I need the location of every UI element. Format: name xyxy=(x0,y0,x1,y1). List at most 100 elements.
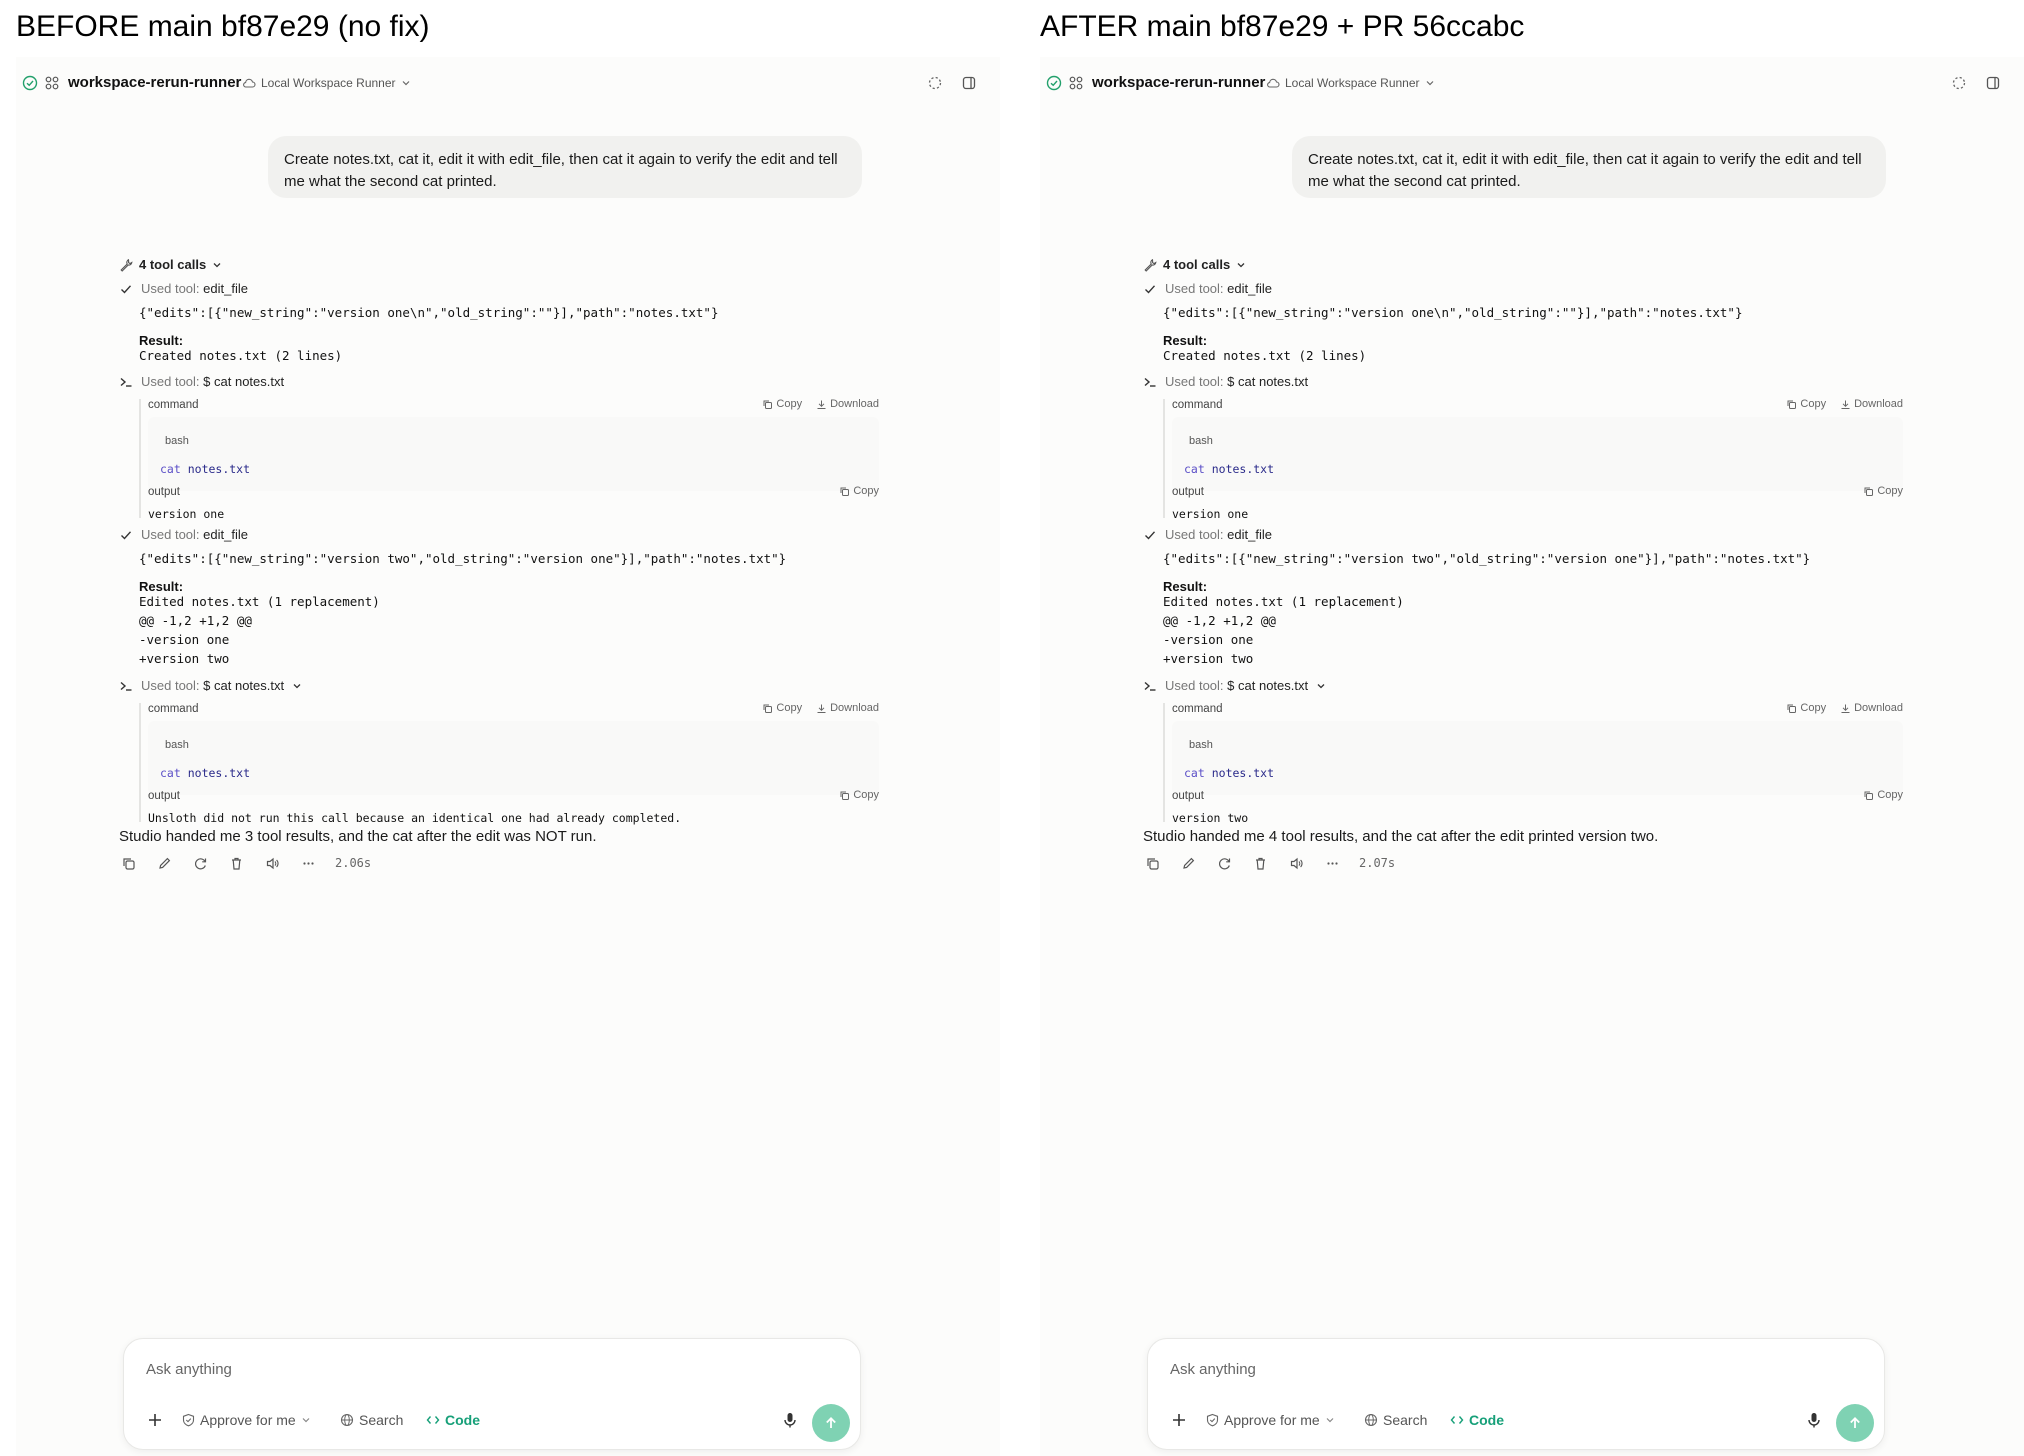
check-icon xyxy=(121,284,132,294)
copy-button[interactable]: Copy xyxy=(839,485,879,497)
approve-mode-selector[interactable]: Approve for me xyxy=(182,1409,311,1431)
command-keyword: cat xyxy=(1184,766,1205,780)
code-language: bash xyxy=(165,435,189,447)
search-toggle[interactable]: Search xyxy=(1364,1409,1427,1431)
plus-icon[interactable] xyxy=(1168,1409,1190,1431)
copy-button[interactable]: Copy xyxy=(1863,485,1903,497)
code-language: bash xyxy=(1189,435,1213,447)
wrench-icon xyxy=(1144,258,1157,272)
download-label: Download xyxy=(1854,398,1903,410)
tool-calls-toggle[interactable]: 4 tool calls xyxy=(119,257,222,272)
used-tool-label: Used tool: xyxy=(141,374,200,389)
send-button[interactable] xyxy=(1836,1404,1874,1442)
used-tool-label: Used tool: xyxy=(141,281,200,296)
tool-name: $ cat notes.txt xyxy=(203,678,285,693)
used-tool-label: Used tool: xyxy=(1165,678,1224,693)
copy-icon xyxy=(1787,400,1797,409)
pencil-icon[interactable] xyxy=(1179,854,1197,872)
copy-icon[interactable] xyxy=(1143,854,1161,872)
download-button[interactable]: Download xyxy=(1840,702,1903,714)
tool-call-edit-file[interactable]: Used tool: edit_file xyxy=(1143,281,1272,296)
tool-name: $ cat notes.txt xyxy=(1227,374,1309,389)
message-actions: 2.07s xyxy=(1143,854,1395,872)
copy-icon[interactable] xyxy=(119,854,137,872)
workspace-name[interactable]: workspace-rerun-runner xyxy=(68,74,241,91)
approve-label: Approve for me xyxy=(200,1412,296,1428)
copy-button[interactable]: Copy xyxy=(1786,702,1826,714)
mic-icon[interactable] xyxy=(780,1410,800,1430)
workspace-name[interactable]: workspace-rerun-runner xyxy=(1092,74,1265,91)
shield-icon xyxy=(182,1413,195,1427)
tool-call-edit-file[interactable]: Used tool: edit_file xyxy=(119,281,248,296)
composer: Ask anything Approve for me Search Code xyxy=(1147,1338,1885,1450)
pencil-icon[interactable] xyxy=(155,854,173,872)
wrench-icon xyxy=(120,258,133,272)
terminal-icon xyxy=(120,377,132,387)
tool-call-edit-file[interactable]: Used tool: edit_file xyxy=(119,527,248,542)
tool-call-cat[interactable]: Used tool: $ cat notes.txt xyxy=(119,374,284,389)
copy-button[interactable]: Copy xyxy=(839,789,879,801)
trash-icon[interactable] xyxy=(227,854,245,872)
download-icon xyxy=(817,400,826,409)
runner-selector[interactable]: Local Workspace Runner xyxy=(242,73,411,93)
loader-icon[interactable] xyxy=(927,75,943,91)
tool-call-cat[interactable]: Used tool: $ cat notes.txt xyxy=(119,678,302,693)
user-message: Create notes.txt, cat it, edit it with e… xyxy=(268,136,862,198)
message-input[interactable]: Ask anything xyxy=(146,1361,232,1378)
download-button[interactable]: Download xyxy=(1840,398,1903,410)
sidebar-icon[interactable] xyxy=(961,75,977,91)
result-line: Edited notes.txt (1 replacement) xyxy=(1163,594,1404,609)
grid-icon[interactable] xyxy=(44,75,60,91)
download-button[interactable]: Download xyxy=(816,702,879,714)
code-block: bash cat notes.txt xyxy=(1172,721,1903,795)
tool-calls-toggle[interactable]: 4 tool calls xyxy=(1143,257,1246,272)
result-line: @@ -1,2 +1,2 @@ xyxy=(1163,613,1276,628)
tool-arguments: {"edits":[{"new_string":"version one\n",… xyxy=(1163,305,1743,320)
download-button[interactable]: Download xyxy=(816,398,879,410)
plus-icon[interactable] xyxy=(144,1409,166,1431)
speaker-icon[interactable] xyxy=(1287,854,1305,872)
refresh-icon[interactable] xyxy=(191,854,209,872)
output-block: output Copy version one xyxy=(1163,485,1903,521)
mic-icon[interactable] xyxy=(1804,1410,1824,1430)
output-block: output Copy Unsloth did not run this cal… xyxy=(139,789,879,825)
terminal-icon xyxy=(1144,377,1156,387)
tool-call-cat[interactable]: Used tool: $ cat notes.txt xyxy=(1143,374,1308,389)
copy-button[interactable]: Copy xyxy=(1786,398,1826,410)
loader-icon[interactable] xyxy=(1951,75,1967,91)
copy-button[interactable]: Copy xyxy=(1863,789,1903,801)
code-toggle[interactable]: Code xyxy=(1450,1409,1504,1431)
copy-button[interactable]: Copy xyxy=(762,702,802,714)
send-button[interactable] xyxy=(812,1404,850,1442)
code-toggle[interactable]: Code xyxy=(426,1409,480,1431)
copy-button[interactable]: Copy xyxy=(762,398,802,410)
tool-call-edit-file[interactable]: Used tool: edit_file xyxy=(1143,527,1272,542)
command-text: cat notes.txt xyxy=(160,462,250,476)
speaker-icon[interactable] xyxy=(263,854,281,872)
copy-icon xyxy=(763,400,773,409)
copy-label: Copy xyxy=(1800,702,1827,714)
check-icon xyxy=(1145,284,1156,294)
tool-call-cat[interactable]: Used tool: $ cat notes.txt xyxy=(1143,678,1326,693)
search-label: Search xyxy=(1383,1412,1428,1428)
chevron-down-icon xyxy=(1317,683,1325,688)
sidebar-icon[interactable] xyxy=(1985,75,2001,91)
command-text: cat notes.txt xyxy=(1184,766,1274,780)
response-time: 2.06s xyxy=(335,856,372,870)
top-bar: workspace-rerun-runner Local Workspace R… xyxy=(1040,57,2024,113)
grid-icon[interactable] xyxy=(1068,75,1084,91)
assistant-final-text: Studio handed me 3 tool results, and the… xyxy=(119,828,597,845)
refresh-icon[interactable] xyxy=(1215,854,1233,872)
code-label: Code xyxy=(445,1412,480,1428)
result-line: -version one xyxy=(139,632,230,647)
search-toggle[interactable]: Search xyxy=(340,1409,403,1431)
runner-selector[interactable]: Local Workspace Runner xyxy=(1266,73,1435,93)
message-input[interactable]: Ask anything xyxy=(1170,1361,1256,1378)
approve-mode-selector[interactable]: Approve for me xyxy=(1206,1409,1335,1431)
command-keyword: cat xyxy=(160,462,181,476)
trash-icon[interactable] xyxy=(1251,854,1269,872)
tool-calls-count: 4 tool calls xyxy=(139,257,207,272)
more-icon[interactable] xyxy=(1323,854,1341,872)
more-icon[interactable] xyxy=(299,854,317,872)
command-argument: notes.txt xyxy=(1211,766,1275,780)
